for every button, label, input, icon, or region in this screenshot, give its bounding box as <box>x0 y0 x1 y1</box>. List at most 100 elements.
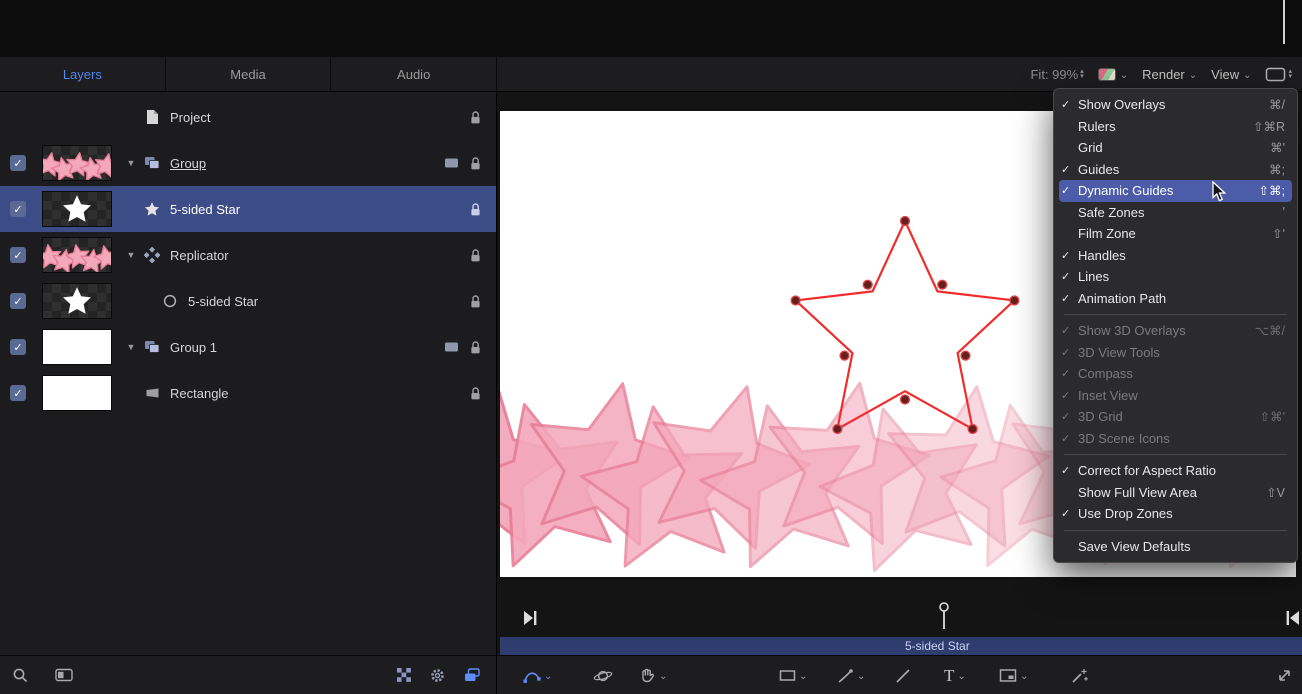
menu-item-3d-scene-icons[interactable]: ✓ 3D Scene Icons <box>1054 428 1297 450</box>
layer-row-project[interactable]: Project <box>0 94 496 140</box>
lock-icon[interactable] <box>469 202 482 217</box>
canvas-toolbar: Fit: 99% ▴▾ ⌄ Render ⌄ View ⌄ ▴▾ <box>1030 57 1292 91</box>
checkmark-icon: ✓ <box>1061 98 1078 111</box>
layer-thumbnail <box>42 191 112 227</box>
hand-tool[interactable]: ⌄ <box>639 656 667 694</box>
layer-row-replicator-cell[interactable]: ✓ 5-sided Star <box>0 278 496 324</box>
lock-icon[interactable] <box>469 110 482 125</box>
layer-row-rectangle[interactable]: ✓ Rectangle <box>0 370 496 416</box>
lock-icon[interactable] <box>469 248 482 263</box>
lock-icon[interactable] <box>469 340 482 355</box>
line-tool[interactable] <box>895 656 911 694</box>
layer-name: Group 1 <box>170 340 217 355</box>
layer-row-5-sided-star[interactable]: ✓ 5-sided Star <box>0 186 496 232</box>
fit-stepper-icon[interactable]: ▴▾ <box>1080 69 1084 79</box>
menu-item-show-overlays[interactable]: ✓ Show Overlays ⌘/ <box>1054 94 1297 116</box>
color-well-control[interactable]: ⌄ <box>1098 68 1128 81</box>
display-selector[interactable]: ▴▾ <box>1265 67 1292 82</box>
tab-audio[interactable]: Audio <box>331 57 497 91</box>
menu-item-inset-view[interactable]: ✓ Inset View <box>1054 385 1297 407</box>
fit-control[interactable]: Fit: 99% ▴▾ <box>1030 67 1083 82</box>
disclosure-triangle[interactable]: ▼ <box>124 342 138 352</box>
gear-icon[interactable] <box>429 667 446 684</box>
menu-item-grid[interactable]: ✓ Grid ⌘' <box>1054 137 1297 159</box>
layers-stack-icon[interactable] <box>464 668 480 682</box>
checkmark-icon: ✓ <box>1061 292 1078 305</box>
display-toggle-icon[interactable] <box>444 341 459 353</box>
menu-item-safe-zones[interactable]: ✓ Safe Zones ' <box>1054 202 1297 224</box>
search-icon[interactable] <box>12 667 29 684</box>
shape-star-icon <box>142 200 162 218</box>
play-range-in-marker[interactable] <box>524 610 538 626</box>
menu-item-film-zone[interactable]: ✓ Film Zone ⇧' <box>1054 223 1297 245</box>
menu-item-handles[interactable]: ✓ Handles <box>1054 245 1297 267</box>
layer-visibility-checkbox[interactable]: ✓ <box>10 201 26 217</box>
checkerboard-icon[interactable] <box>397 668 411 682</box>
menu-item-save-view-defaults[interactable]: ✓ Save View Defaults <box>1054 536 1297 558</box>
menu-item-dynamic-guides[interactable]: ✓ Dynamic Guides ⇧⌘; <box>1059 180 1292 202</box>
playhead-marker[interactable] <box>937 602 951 630</box>
chevron-down-icon: ⌄ <box>1189 70 1197 81</box>
disclosure-triangle[interactable]: ▼ <box>124 250 138 260</box>
frame-tool[interactable]: ⌄ <box>999 656 1028 694</box>
menu-item-use-drop-zones[interactable]: ✓ Use Drop Zones <box>1054 503 1297 525</box>
checkmark-icon: ✓ <box>1061 270 1078 283</box>
rectangle-tool[interactable]: ⌄ <box>779 656 807 694</box>
layers-panel-footer <box>0 655 497 694</box>
group-icon <box>142 338 162 356</box>
menu-separator <box>1064 454 1287 455</box>
orbit-tool[interactable] <box>593 656 613 694</box>
checkmark-icon: ✓ <box>1061 324 1078 337</box>
tab-layers[interactable]: Layers <box>0 57 166 91</box>
chevron-down-icon: ⌄ <box>957 671 965 682</box>
timeline-clip-label: 5-sided Star <box>905 639 970 653</box>
fit-label: Fit: <box>1030 67 1048 82</box>
display-toggle-icon[interactable] <box>444 157 459 169</box>
view-menu-button[interactable]: View ⌄ <box>1211 67 1251 82</box>
tools-bar: ⌄ ⌄ ⌄ ⌄ T ⌄ ⌄ <box>497 655 1302 694</box>
lock-icon[interactable] <box>469 386 482 401</box>
color-well-icon <box>1098 68 1116 81</box>
layer-row-replicator[interactable]: ✓ ▼ Replicator <box>0 232 496 278</box>
menu-item-animation-path[interactable]: ✓ Animation Path <box>1054 288 1297 310</box>
bezier-tool[interactable]: ⌄ <box>523 656 552 694</box>
mouse-cursor <box>1212 181 1229 203</box>
render-menu-button[interactable]: Render ⌄ <box>1142 67 1197 82</box>
disclosure-triangle[interactable]: ▼ <box>124 158 138 168</box>
menu-item-lines[interactable]: ✓ Lines <box>1054 266 1297 288</box>
thumbnail-view-icon[interactable] <box>55 668 73 682</box>
layer-visibility-checkbox[interactable]: ✓ <box>10 385 26 401</box>
timeline-clip-bar[interactable]: 5-sided Star <box>500 637 1302 656</box>
menu-item-3d-view-tools[interactable]: ✓ 3D View Tools <box>1054 342 1297 364</box>
chevron-down-icon: ⌄ <box>1020 671 1028 682</box>
layer-visibility-checkbox[interactable]: ✓ <box>10 293 26 309</box>
layer-visibility-checkbox[interactable]: ✓ <box>10 339 26 355</box>
menu-item-compass[interactable]: ✓ Compass <box>1054 363 1297 385</box>
adjust-wand-tool[interactable] <box>1071 656 1089 694</box>
menu-item-show-3d-overlays[interactable]: ✓ Show 3D Overlays ⌥⌘/ <box>1054 320 1297 342</box>
resize-corner-icon[interactable] <box>1277 656 1292 694</box>
chevron-down-icon: ⌄ <box>659 671 667 682</box>
circle-icon <box>160 292 180 310</box>
paint-stroke-tool[interactable]: ⌄ <box>837 656 865 694</box>
text-tool[interactable]: T ⌄ <box>944 656 966 694</box>
layer-thumbnail <box>42 375 112 411</box>
lock-icon[interactable] <box>469 156 482 171</box>
menu-item-correct-for-aspect-ratio[interactable]: ✓ Correct for Aspect Ratio <box>1054 460 1297 482</box>
play-range-out-marker[interactable] <box>1285 610 1299 626</box>
layer-row-group[interactable]: ✓ ▼ Group <box>0 140 496 186</box>
window-edge-line <box>1283 0 1285 44</box>
menu-item-guides[interactable]: ✓ Guides ⌘; <box>1054 159 1297 181</box>
layer-visibility-checkbox[interactable]: ✓ <box>10 247 26 263</box>
layer-visibility-checkbox[interactable]: ✓ <box>10 155 26 171</box>
layer-name: 5-sided Star <box>170 202 240 217</box>
layer-name: Replicator <box>170 248 229 263</box>
lock-icon[interactable] <box>469 294 482 309</box>
project-file-icon <box>142 108 162 126</box>
tab-media[interactable]: Media <box>166 57 332 91</box>
menu-item-3d-grid[interactable]: ✓ 3D Grid ⇧⌘' <box>1054 406 1297 428</box>
layer-row-group-1[interactable]: ✓ ▼ Group 1 <box>0 324 496 370</box>
header-row: Layers Media Audio Fit: 99% ▴▾ ⌄ Render … <box>0 57 1302 92</box>
menu-item-show-full-view-area[interactable]: ✓ Show Full View Area ⇧V <box>1054 482 1297 504</box>
menu-item-rulers[interactable]: ✓ Rulers ⇧⌘R <box>1054 116 1297 138</box>
